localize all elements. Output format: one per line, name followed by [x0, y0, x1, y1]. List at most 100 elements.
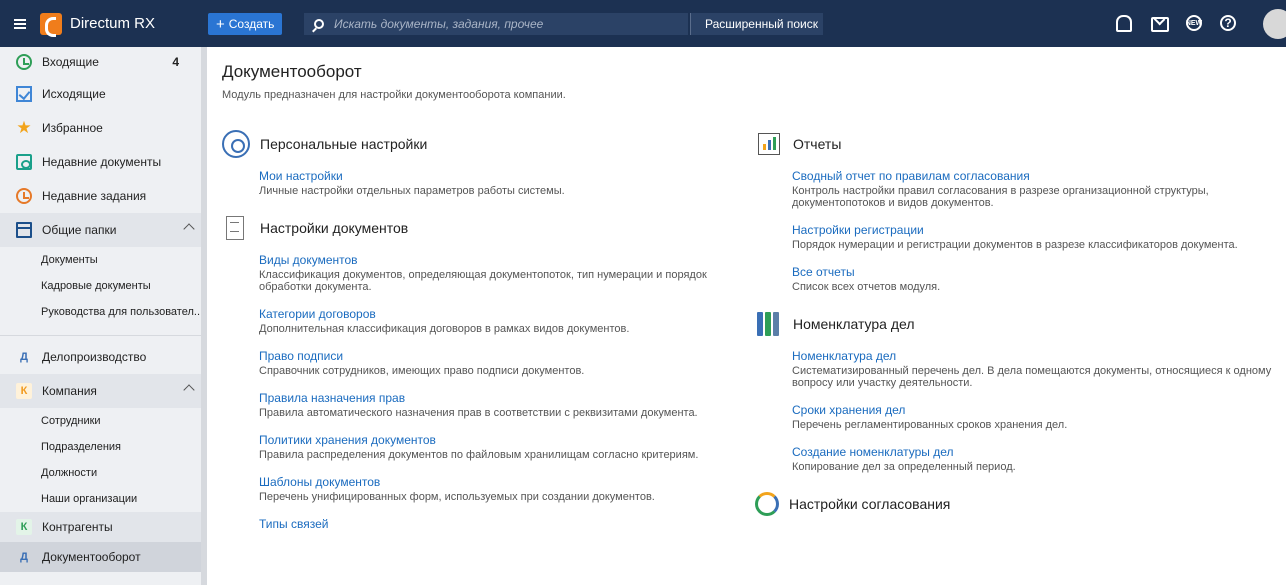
list-item: Виды документов Классификация документов…: [222, 253, 752, 293]
main-content: Документооборот Модуль предназначен для …: [207, 47, 1286, 585]
sidebar-item-shared-folders[interactable]: Общие папки: [0, 213, 201, 247]
list-item: Шаблоны документов Перечень унифицирован…: [222, 475, 752, 503]
link-description: Справочник сотрудников, имеющих право по…: [259, 365, 585, 377]
folder-icon: [16, 222, 32, 238]
list-item: Номенклатура дел Систематизированный пер…: [755, 349, 1275, 389]
create-label: Создать: [228, 17, 275, 31]
plus-icon: +: [216, 15, 225, 33]
link-my-settings[interactable]: Мои настройки: [259, 169, 752, 183]
inbox-clock-icon: [16, 54, 32, 70]
folder-user-guides[interactable]: Руководства для пользовател...: [0, 299, 201, 325]
link-description: Систематизированный перечень дел. В дела…: [792, 365, 1272, 389]
link-document-kinds[interactable]: Виды документов: [259, 253, 752, 267]
link-create-nomenclature[interactable]: Создание номенклатуры дел: [792, 445, 1275, 459]
documents-icon: [222, 214, 250, 242]
sidebar-item-label: Недавние задания: [42, 189, 147, 203]
list-item: Типы связей: [222, 517, 752, 531]
company-employees[interactable]: Сотрудники: [0, 408, 201, 434]
module-letter-icon: К: [16, 383, 32, 399]
sidebar: Входящие 4 Исходящие ★ Избранное Недавни…: [0, 47, 207, 585]
section-approval-settings: Настройки согласования: [755, 487, 1275, 521]
link-description: Контроль настройки правил согласования в…: [792, 185, 1209, 209]
link-registration-settings[interactable]: Настройки регистрации: [792, 223, 1275, 237]
folder-documents[interactable]: Документы: [0, 247, 201, 273]
sidebar-item-label: Документооборот: [42, 550, 141, 564]
sidebar-item-label: Компания: [42, 384, 97, 398]
sidebar-item-document-flow[interactable]: Д Документооборот: [0, 542, 201, 572]
link-description: Личные настройки отдельных параметров ра…: [259, 185, 565, 197]
link-case-nomenclature[interactable]: Номенклатура дел: [792, 349, 1275, 363]
folder-hr-documents[interactable]: Кадровые документы: [0, 273, 201, 299]
link-access-rules[interactable]: Правила назначения прав: [259, 391, 752, 405]
sidebar-item-outbox[interactable]: Исходящие: [0, 77, 201, 111]
left-column: Персональные настройки Мои настройки Лич…: [222, 127, 752, 545]
right-column: Отчеты Сводный отчет по правилам согласо…: [755, 127, 1275, 529]
link-approval-rules-report[interactable]: Сводный отчет по правилам согласования: [792, 169, 1275, 183]
link-all-reports[interactable]: Все отчеты: [792, 265, 1275, 279]
search-icon: [314, 19, 324, 29]
link-relation-types[interactable]: Типы связей: [259, 517, 752, 531]
outbox-check-icon: [16, 86, 32, 102]
sidebar-item-records-management[interactable]: Д Делопроизводство: [0, 340, 201, 374]
link-description: Правила автоматического назначения прав …: [259, 407, 698, 419]
advanced-search-button[interactable]: Расширенный поиск: [690, 13, 823, 35]
link-description: Перечень унифицированных форм, используе…: [259, 491, 655, 503]
link-description: Правила распределения документов по файл…: [259, 449, 699, 461]
search-input[interactable]: [334, 17, 654, 31]
link-storage-policies[interactable]: Политики хранения документов: [259, 433, 752, 447]
list-item: Право подписи Справочник сотрудников, им…: [222, 349, 752, 377]
shared-folders-group: Общие папки: [0, 213, 201, 247]
section-title: Настройки согласования: [789, 496, 951, 512]
list-item: Правила назначения прав Правила автомати…: [222, 391, 752, 419]
star-icon: ★: [16, 118, 32, 137]
sidebar-item-recent-documents[interactable]: Недавние документы: [0, 145, 201, 179]
directum-logo-icon: [40, 12, 62, 37]
company-group: К Компания: [0, 374, 201, 408]
divider: [0, 335, 201, 336]
section-title: Персональные настройки: [260, 136, 428, 152]
sidebar-item-company[interactable]: К Компания: [0, 374, 201, 408]
sidebar-item-favorites[interactable]: ★ Избранное: [0, 111, 201, 145]
section-case-nomenclature: Номенклатура дел Номенклатура дел Систем…: [755, 307, 1275, 473]
approval-cycle-icon: [755, 492, 779, 516]
link-description: Список всех отчетов модуля.: [792, 281, 941, 293]
section-title: Настройки документов: [260, 220, 409, 236]
chevron-up-icon[interactable]: [183, 223, 195, 235]
sidebar-item-label: Делопроизводство: [42, 350, 147, 364]
link-description: Порядок нумерации и регистрации документ…: [792, 239, 1238, 251]
list-item: Создание номенклатуры дел Копирование де…: [755, 445, 1275, 473]
sidebar-item-recent-tasks[interactable]: Недавние задания: [0, 179, 201, 213]
list-item: Все отчеты Список всех отчетов модуля.: [755, 265, 1275, 293]
recent-documents-icon: [16, 154, 32, 170]
sidebar-item-counterparties[interactable]: К Контрагенты: [0, 512, 201, 542]
company-organizations[interactable]: Наши организации: [0, 486, 201, 512]
page-description: Модуль предназначен для настройки докуме…: [222, 89, 566, 101]
link-signature-rights[interactable]: Право подписи: [259, 349, 752, 363]
page-title: Документооборот: [222, 62, 362, 81]
help-icon[interactable]: ?: [1219, 14, 1237, 32]
whats-new-icon[interactable]: NEW: [1185, 14, 1203, 32]
avatar[interactable]: [1263, 9, 1286, 39]
link-description: Классификация документов, определяющая д…: [259, 269, 707, 293]
link-retention-periods[interactable]: Сроки хранения дел: [792, 403, 1275, 417]
list-item: Мои настройки Личные настройки отдельных…: [222, 169, 752, 197]
mail-icon[interactable]: [1150, 14, 1169, 32]
sidebar-item-inbox[interactable]: Входящие 4: [0, 47, 201, 77]
section-personal-settings: Персональные настройки Мои настройки Лич…: [222, 127, 752, 197]
sidebar-item-label: Исходящие: [42, 87, 106, 101]
module-letter-icon: Д: [20, 551, 28, 563]
link-contract-categories[interactable]: Категории договоров: [259, 307, 752, 321]
sidebar-item-label: Контрагенты: [42, 520, 113, 534]
list-item: Сроки хранения дел Перечень регламентиро…: [755, 403, 1275, 431]
menu-icon[interactable]: [14, 18, 26, 29]
company-departments[interactable]: Подразделения: [0, 434, 201, 460]
link-document-templates[interactable]: Шаблоны документов: [259, 475, 752, 489]
section-document-settings: Настройки документов Виды документов Кла…: [222, 211, 752, 531]
chevron-up-icon[interactable]: [183, 384, 195, 396]
section-title: Отчеты: [793, 136, 842, 152]
sidebar-item-label: Недавние документы: [42, 155, 162, 169]
notifications-icon[interactable]: [1114, 14, 1132, 32]
company-positions[interactable]: Должности: [0, 460, 201, 486]
create-button[interactable]: + Создать: [208, 13, 283, 35]
link-description: Копирование дел за определенный период.: [792, 461, 1016, 473]
